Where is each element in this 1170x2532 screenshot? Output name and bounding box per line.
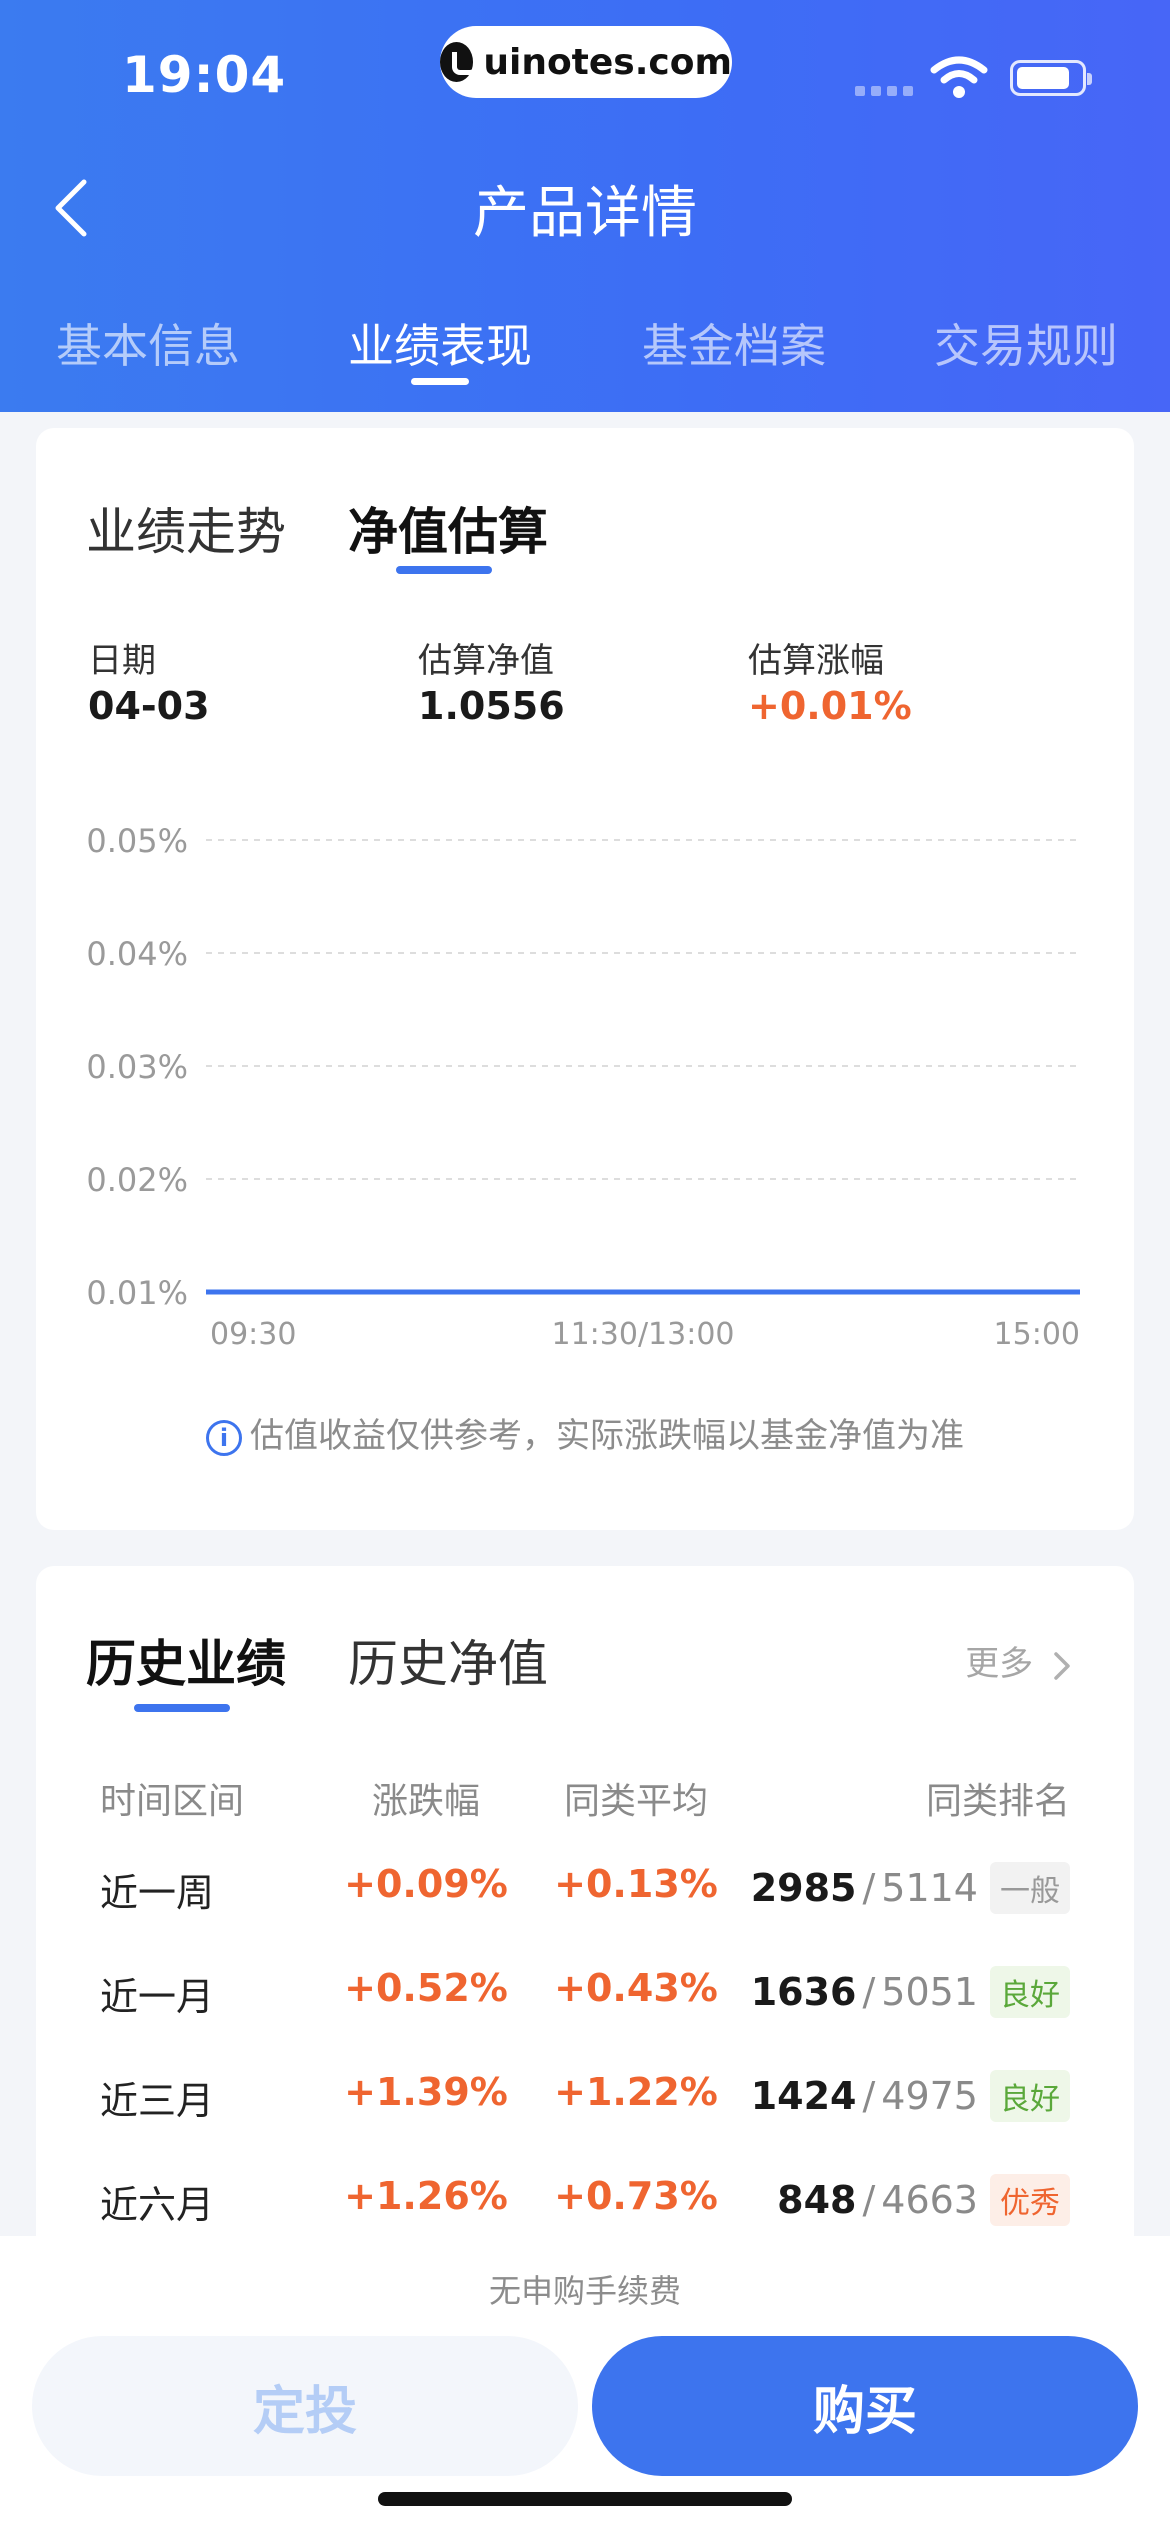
- tab-basic-info[interactable]: 基本信息: [56, 310, 240, 376]
- row-peer-avg: +0.13%: [554, 1862, 718, 1906]
- row-period: 近六月: [100, 2183, 215, 2227]
- y-tick-label: 0.02%: [86, 1161, 188, 1199]
- history-card: 历史业绩 历史净值 更多 时间区间 涨跌幅 同类平均 同类排名 近一周 +0.09…: [36, 1566, 1134, 2266]
- estimate-card: 业绩走势 净值估算 日期 04-03 估算净值 1.0556 估算涨幅 +0.0…: [36, 428, 1134, 1530]
- rank-level-badge: 良好: [990, 2070, 1070, 2122]
- rank-separator: /: [862, 2074, 876, 2118]
- x-tick-label: 15:00: [994, 1317, 1080, 1352]
- rank-number: 1424: [750, 2074, 857, 2118]
- row-change: +1.39%: [344, 2070, 508, 2114]
- bottom-action-bar: 无申购手续费 定投 购买: [0, 2236, 1170, 2532]
- row-rank: 848/4663 优秀: [777, 2174, 1070, 2226]
- battery-icon: [1010, 60, 1092, 96]
- status-time: 19:04: [122, 46, 287, 104]
- rank-separator: /: [862, 1866, 876, 1910]
- rank-total: 4663: [881, 2178, 978, 2222]
- page-title: 产品详情: [473, 181, 697, 246]
- more-label: 更多: [965, 1644, 1034, 1684]
- row-rank: 2985/5114 一般: [751, 1862, 1070, 1914]
- tab-nav-estimate[interactable]: 净值估算: [348, 492, 548, 564]
- rank-separator: /: [862, 2178, 876, 2222]
- table-row: 近三月 +1.39% +1.22% 1424/4975 良好: [36, 2070, 1134, 2150]
- tab-history-nav[interactable]: 历史净值: [348, 1624, 548, 1696]
- home-indicator: [378, 2492, 792, 2506]
- col-peer-avg: 同类平均: [563, 1781, 708, 1822]
- table-row: 近一月 +0.52% +0.43% 1636/5051 良好: [36, 1966, 1134, 2046]
- active-tab-indicator: [411, 378, 469, 385]
- x-tick-label: 11:30/13:00: [551, 1317, 734, 1352]
- rank-separator: /: [862, 1970, 876, 2014]
- cellular-signal-icon: [855, 86, 913, 96]
- rank-level-badge: 一般: [990, 1862, 1070, 1914]
- estimate-disclaimer: i 估值收益仅供参考，实际涨跌幅以基金净值为准: [36, 1408, 1134, 1457]
- col-peer-rank: 同类排名: [925, 1781, 1070, 1822]
- stat-nav-value: 1.0556: [418, 684, 565, 728]
- tab-performance-trend[interactable]: 业绩走势: [86, 492, 286, 564]
- stat-nav-label: 估算净值: [418, 641, 554, 681]
- subtab-indicator: [134, 1704, 230, 1712]
- info-icon: i: [206, 1419, 242, 1456]
- nav-estimate-chart: 0.05% 0.04% 0.03% 0.02% 0.01% 09:30 11:30/13:0…: [86, 822, 1080, 1352]
- row-change: +0.52%: [344, 1966, 508, 2010]
- row-period: 近三月: [100, 2079, 215, 2123]
- col-period: 时间区间: [100, 1781, 245, 1822]
- brand-pill: uinotes.com: [440, 26, 732, 98]
- tab-fund-profile[interactable]: 基金档案: [642, 310, 826, 376]
- tab-performance[interactable]: 业绩表现: [348, 310, 532, 376]
- stat-change-value: +0.01%: [748, 684, 912, 728]
- y-tick-label: 0.05%: [86, 822, 188, 860]
- rank-level-badge: 良好: [990, 1966, 1070, 2018]
- rank-number: 2985: [750, 1866, 857, 1910]
- stat-change-label: 估算涨幅: [748, 641, 884, 681]
- brand-logo-icon: [440, 42, 479, 82]
- row-change: +1.26%: [344, 2174, 508, 2218]
- rank-total: 4975: [881, 2074, 978, 2118]
- x-tick-label: 09:30: [210, 1317, 296, 1352]
- chevron-right-icon: [1054, 1651, 1070, 1680]
- row-rank: 1424/4975 良好: [751, 2070, 1070, 2122]
- rank-level-badge: 优秀: [990, 2174, 1070, 2226]
- fee-note: 无申购手续费: [488, 2272, 681, 2310]
- y-tick-label: 0.03%: [86, 1048, 188, 1086]
- more-link[interactable]: 更多: [965, 1636, 1074, 1685]
- stat-date-label: 日期: [88, 641, 156, 681]
- row-change: +0.09%: [344, 1862, 508, 1906]
- row-period: 近一月: [100, 1975, 215, 2019]
- stat-date-value: 04-03: [88, 684, 210, 728]
- tab-history-performance[interactable]: 历史业绩: [86, 1624, 286, 1696]
- plan-invest-button[interactable]: 定投: [32, 2336, 578, 2476]
- y-tick-label: 0.04%: [86, 935, 188, 973]
- tab-trade-rules[interactable]: 交易规则: [934, 310, 1118, 376]
- wifi-icon: [930, 56, 988, 98]
- top-tabs: 基本信息 业绩表现 基金档案 交易规则: [0, 310, 1170, 380]
- row-peer-avg: +0.43%: [554, 1966, 718, 2010]
- buy-button[interactable]: 购买: [592, 2336, 1138, 2476]
- row-peer-avg: +0.73%: [554, 2174, 718, 2218]
- row-period: 近一周: [100, 1871, 215, 1915]
- rank-total: 5114: [881, 1866, 978, 1910]
- row-peer-avg: +1.22%: [554, 2070, 718, 2114]
- rank-number: 1636: [750, 1970, 857, 2014]
- subtab-indicator: [396, 566, 492, 574]
- y-tick-label: 0.01%: [86, 1274, 188, 1312]
- rank-total: 5051: [881, 1970, 978, 2014]
- col-change: 涨跌幅: [371, 1781, 480, 1822]
- rank-number: 848: [777, 2178, 857, 2222]
- brand-text: uinotes.com: [483, 41, 732, 83]
- table-row: 近一周 +0.09% +0.13% 2985/5114 一般: [36, 1862, 1134, 1942]
- disclaimer-text: 估值收益仅供参考，实际涨跌幅以基金净值为准: [250, 1416, 964, 1456]
- header-bar: 19:04 uinotes.com 产品详情 基本信息 业绩表现 基金档案 交易…: [0, 0, 1170, 412]
- row-rank: 1636/5051 良好: [751, 1966, 1070, 2018]
